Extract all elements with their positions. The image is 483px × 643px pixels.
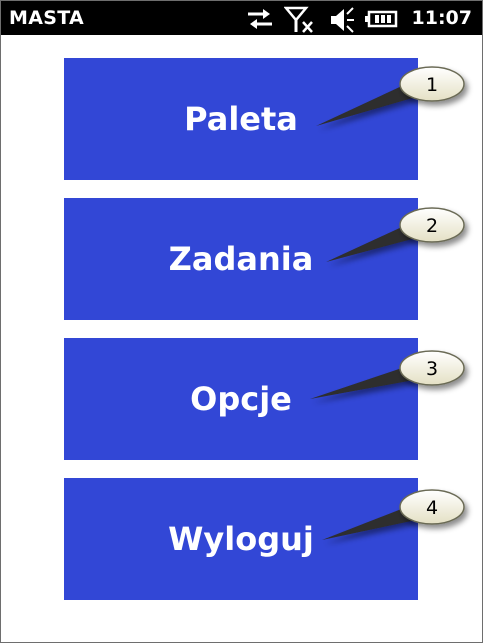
callout-3-number: 3 (426, 358, 438, 380)
callout-4: 4 (322, 489, 465, 540)
callout-1-number: 1 (426, 74, 438, 96)
annotation-callouts: 1 2 3 4 (310, 66, 465, 540)
callout-2: 2 (326, 207, 465, 262)
callout-3: 3 (310, 350, 465, 399)
callout-2-number: 2 (426, 215, 438, 237)
callout-4-number: 4 (426, 497, 438, 519)
callout-1: 1 (316, 66, 465, 126)
